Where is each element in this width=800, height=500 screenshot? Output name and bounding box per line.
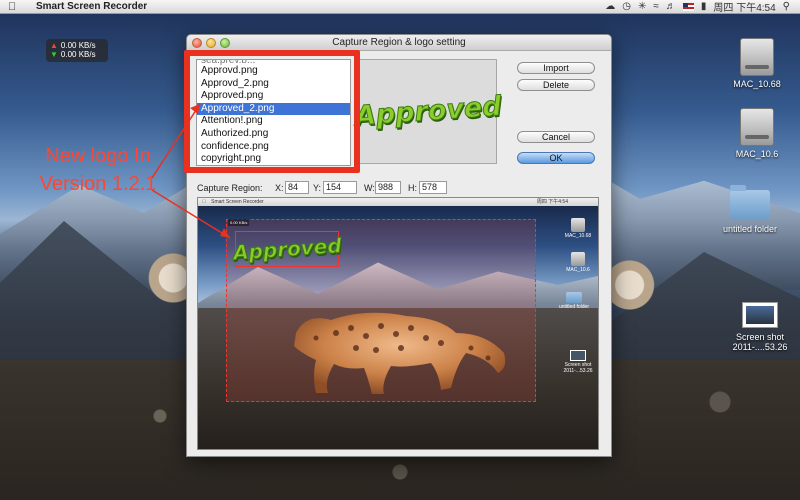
mini-hard-drive-icon bbox=[571, 218, 585, 232]
flag-icon[interactable] bbox=[682, 2, 694, 11]
ok-button[interactable]: OK bbox=[517, 152, 595, 164]
mini-desktop-icon: MAC_10.68 bbox=[558, 218, 598, 239]
delete-button[interactable]: Delete bbox=[517, 79, 595, 91]
minimize-window-icon[interactable] bbox=[206, 38, 216, 48]
annotation-text: New logo In Version 1.2.1 bbox=[39, 145, 157, 195]
status-area: ☁ ◷ ✳ ≈ ♬ ▮ 周四 下午4:54 ⚲ bbox=[605, 0, 800, 14]
desktop-icon-label: MAC_10.6 bbox=[735, 149, 779, 159]
battery-icon[interactable]: ▮ bbox=[701, 1, 707, 12]
dialog-title: Capture Region & logo setting bbox=[332, 37, 466, 48]
volume-icon[interactable]: ♬ bbox=[666, 1, 676, 12]
mini-icon-label: MAC_10.6 bbox=[566, 267, 590, 273]
desktop-icon-label: MAC_10.68 bbox=[733, 79, 781, 89]
desktop-icon-label: untitled folder bbox=[722, 224, 778, 234]
mini-clock: 周四 下午4:54 bbox=[536, 199, 568, 205]
dialog-titlebar[interactable]: Capture Region & logo setting bbox=[187, 35, 611, 51]
mini-folder-icon bbox=[566, 292, 582, 303]
desktop-icon-screenshot[interactable]: Screen shot 2011-....53.26 bbox=[720, 302, 800, 352]
time-machine-icon[interactable]: ◷ bbox=[622, 1, 631, 12]
desktop-icon-drive-1[interactable]: MAC_10.68 bbox=[717, 38, 797, 89]
h-label: H: bbox=[408, 183, 417, 193]
mini-app-name: Smart Screen Recorder bbox=[206, 199, 264, 205]
close-window-icon[interactable] bbox=[192, 38, 202, 48]
mini-icon-label: MAC_10.68 bbox=[564, 233, 592, 239]
bluetooth-icon[interactable]: ✳ bbox=[638, 1, 646, 12]
download-speed: 0.00 KB/s bbox=[60, 50, 96, 59]
folder-icon bbox=[730, 185, 770, 220]
mini-menubar:  Smart Screen Recorder 周四 下午4:54 bbox=[198, 198, 598, 206]
leopard-tail-right bbox=[612, 250, 656, 320]
cloud-icon[interactable]: ☁ bbox=[605, 1, 615, 12]
apple-menu-icon[interactable]:  bbox=[8, 1, 22, 13]
hard-drive-icon bbox=[740, 38, 774, 76]
approved-logo-image: Approved bbox=[353, 90, 503, 133]
hard-drive-icon bbox=[740, 108, 774, 146]
x-field[interactable]: 84 bbox=[285, 181, 309, 194]
w-field[interactable]: 988 bbox=[375, 181, 401, 194]
logo-preview: Approved bbox=[353, 59, 503, 164]
mini-apple-icon:  bbox=[202, 199, 206, 205]
mini-desktop-icon: MAC_10.6 bbox=[558, 252, 598, 273]
download-arrow-icon: ▼ bbox=[50, 50, 58, 59]
capture-region-label: Capture Region: bbox=[197, 183, 263, 193]
annotation-highlight-box bbox=[184, 50, 360, 173]
zoom-window-icon[interactable] bbox=[220, 38, 230, 48]
mini-network-widget: 0.00 KB/s bbox=[228, 219, 250, 226]
mini-approved-logo: Approved bbox=[231, 233, 343, 266]
upload-arrow-icon: ▲ bbox=[50, 41, 58, 50]
logo-overlay-preview[interactable]: Approved bbox=[231, 231, 343, 267]
h-field[interactable]: 578 bbox=[419, 181, 447, 194]
w-label: W: bbox=[364, 183, 375, 193]
capture-region-preview[interactable]:  Smart Screen Recorder 周四 下午4:54 bbox=[197, 197, 599, 450]
mini-desktop-icon: Screen shot 2011-...53.26 bbox=[558, 350, 598, 374]
mini-desktop-icon: untitled folder bbox=[554, 292, 594, 310]
wifi-icon[interactable]: ≈ bbox=[653, 1, 659, 12]
y-field[interactable]: 154 bbox=[323, 181, 357, 194]
capture-region-row: Capture Region: X: 84 Y: 154 W: 988 H: 5… bbox=[197, 181, 607, 195]
search-icon[interactable]: ⚲ bbox=[783, 1, 790, 12]
screenshot-file-icon bbox=[742, 302, 778, 328]
desktop-icon-drive-2[interactable]: MAC_10.6 bbox=[717, 108, 797, 159]
cancel-button[interactable]: Cancel bbox=[517, 131, 595, 143]
mini-icon-label: Screen shot 2011-...53.26 bbox=[563, 362, 593, 374]
x-label: X: bbox=[275, 183, 284, 193]
leopard-head-left bbox=[148, 250, 190, 320]
y-label: Y: bbox=[313, 183, 322, 193]
import-button[interactable]: Import bbox=[517, 62, 595, 74]
mini-hard-drive-icon bbox=[571, 252, 585, 266]
clock[interactable]: 周四 下午4:54 bbox=[713, 0, 775, 14]
mini-icon-label: untitled folder bbox=[558, 304, 590, 310]
menu-bar:  Smart Screen Recorder ☁ ◷ ✳ ≈ ♬ ▮ 周四 下… bbox=[0, 0, 800, 14]
upload-speed: 0.00 KB/s bbox=[60, 41, 96, 50]
network-speed-widget[interactable]: ▲ 0.00 KB/s ▼ 0.00 KB/s bbox=[46, 39, 108, 62]
desktop-icon-folder[interactable]: untitled folder bbox=[710, 185, 790, 234]
desktop-icon-label: Screen shot 2011-....53.26 bbox=[732, 332, 788, 352]
app-menu-name[interactable]: Smart Screen Recorder bbox=[36, 1, 147, 12]
mini-screenshot-icon bbox=[570, 350, 586, 361]
